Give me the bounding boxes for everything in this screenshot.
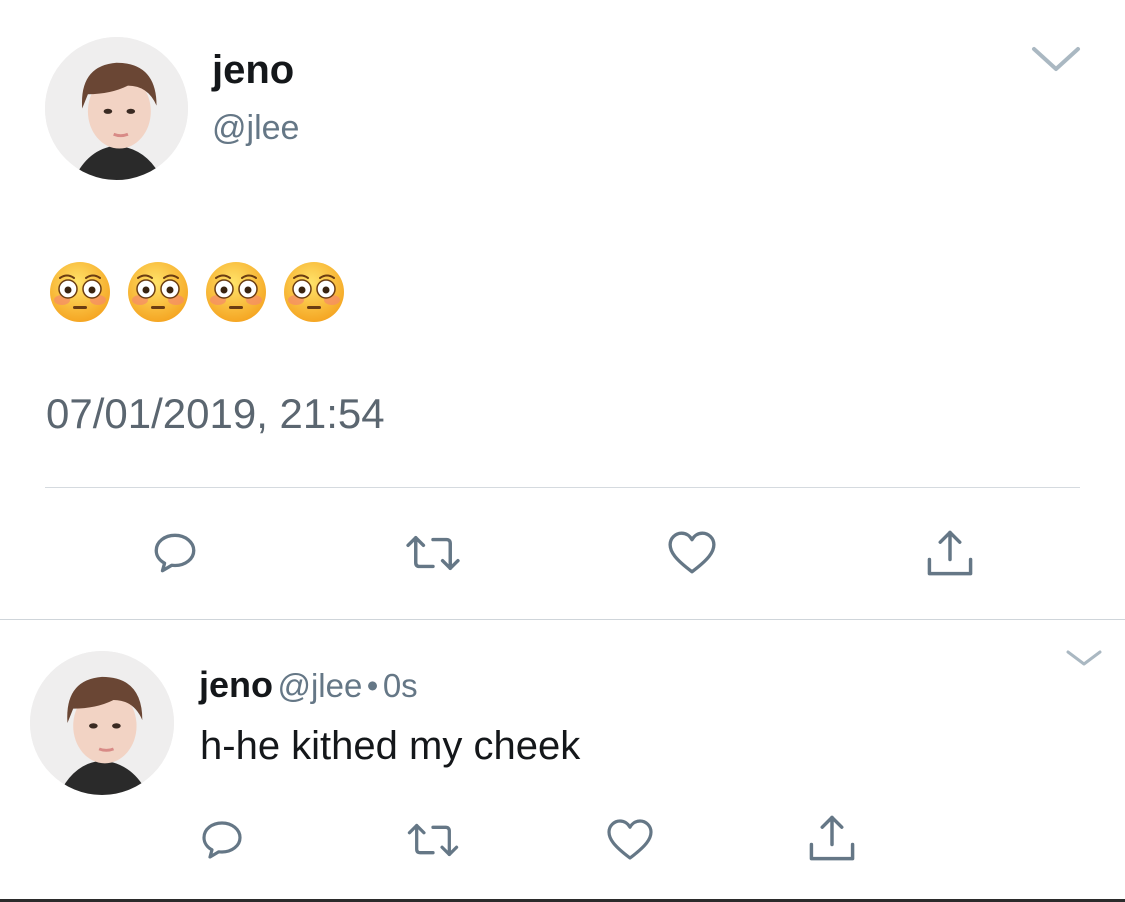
reply-tweet-text: h-he kithed my cheek (200, 724, 581, 768)
retweet-icon[interactable] (402, 530, 464, 576)
like-icon[interactable] (606, 818, 654, 862)
reply-tweet-time[interactable]: 0s (383, 667, 418, 704)
main-tweet-avatar[interactable] (45, 37, 188, 180)
share-icon[interactable] (924, 526, 976, 580)
retweet-icon[interactable] (404, 818, 462, 862)
divider (45, 487, 1080, 488)
reply-tweet-handle[interactable]: @jlee (277, 667, 362, 704)
reply-icon[interactable] (150, 528, 200, 578)
reply-icon[interactable] (198, 816, 246, 864)
chevron-down-icon[interactable] (1030, 44, 1082, 74)
main-tweet-display-name[interactable]: jeno (212, 45, 294, 95)
like-icon[interactable] (667, 530, 717, 576)
divider (0, 619, 1125, 620)
flushed-face-emoji (50, 262, 110, 322)
avatar-image (30, 651, 174, 795)
flushed-face-emoji (206, 262, 266, 322)
flushed-face-emoji (128, 262, 188, 322)
chevron-down-icon[interactable] (1065, 648, 1103, 668)
main-tweet-text (48, 260, 346, 328)
share-icon[interactable] (806, 812, 858, 864)
reply-tweet-avatar[interactable] (30, 651, 174, 795)
avatar-image (45, 37, 188, 180)
reply-tweet-header: jeno @jlee • 0s (199, 661, 418, 717)
main-tweet-handle[interactable]: @jlee (212, 106, 299, 150)
flushed-face-emoji (284, 262, 344, 322)
reply-tweet-display-name[interactable]: jeno (199, 664, 273, 705)
meta-separator: • (366, 667, 379, 704)
main-tweet-timestamp: 07/01/2019, 21:54 (46, 390, 385, 437)
